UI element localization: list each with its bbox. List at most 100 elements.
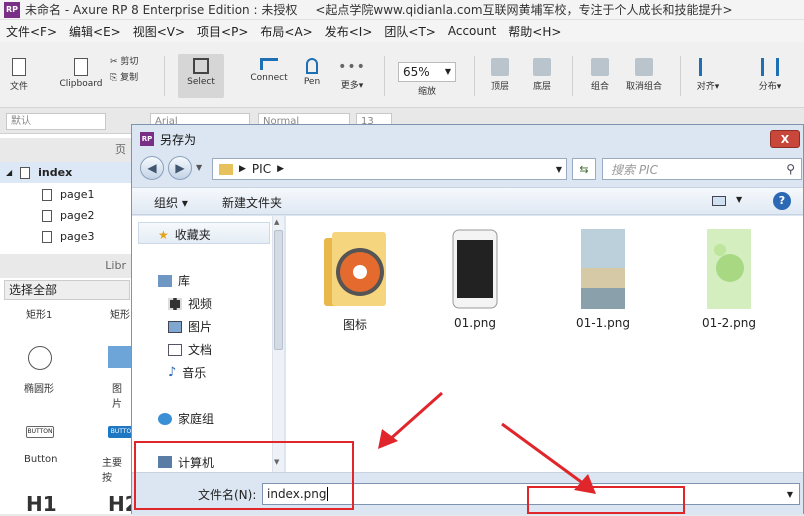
nav-music[interactable]: ♪ 音乐 — [168, 364, 206, 381]
title-bar: RP 未命名 - Axure RP 8 Enterprise Edition :… — [0, 0, 804, 20]
help-button[interactable]: ? — [773, 192, 791, 210]
connect-tool-button[interactable]: Connect — [248, 58, 290, 83]
command-bar: 组织 ▾ 新建文件夹 ▼ ? — [132, 187, 803, 215]
navigation-row: ◀ ▶ ▼ ▶ PIC ▶ ▼ ⇆ 搜索 PIC ⚲ — [132, 153, 803, 183]
page-item-page1[interactable]: page1 — [0, 184, 132, 205]
menu-view[interactable]: 视图<V> — [127, 23, 191, 40]
view-icon[interactable] — [712, 196, 726, 206]
nav-libraries[interactable]: 库 — [158, 272, 190, 289]
page-icon — [42, 209, 52, 222]
widget-rect1[interactable]: 矩形1 — [26, 306, 52, 321]
select-tool-button[interactable]: Select — [178, 54, 224, 98]
page-icon — [42, 230, 52, 243]
widget-ellipse[interactable]: 椭圆形 — [24, 380, 54, 395]
organize-button[interactable]: 组织 ▾ — [154, 194, 188, 211]
menu-team[interactable]: 团队<T> — [378, 23, 441, 40]
more-button[interactable]: ••• 更多▾ — [336, 60, 368, 91]
nav-documents[interactable]: 文档 — [168, 341, 212, 358]
forward-button[interactable]: ▶ — [168, 156, 192, 180]
view-chevron-icon[interactable]: ▼ — [736, 195, 742, 204]
new-folder-button[interactable]: 新建文件夹 — [222, 194, 282, 211]
folder-icon — [219, 163, 233, 175]
group-button[interactable]: 组合 — [584, 58, 616, 92]
file-item-01-1-png[interactable]: 01-1.png — [558, 228, 648, 330]
picture-icon — [168, 320, 182, 333]
scrollbar-thumb[interactable] — [274, 230, 283, 350]
page-item-page2[interactable]: page2 — [0, 205, 132, 226]
refresh-icon: ⇆ — [579, 162, 589, 176]
title-tagline: <起点学院www.qidianla.com互联网黄埔军校，专注于个人成长和技能提… — [315, 3, 733, 17]
nav-pictures[interactable]: 图片 — [168, 318, 212, 335]
refresh-button[interactable]: ⇆ — [572, 158, 596, 180]
align-button[interactable]: 对齐▾ — [690, 58, 726, 92]
address-path[interactable]: PIC — [252, 162, 271, 176]
style-select[interactable]: 默认 — [6, 113, 106, 130]
music-icon: ♪ — [168, 365, 177, 380]
pen-icon — [306, 58, 318, 74]
zoom-label: 缩放 — [417, 87, 436, 97]
select-icon — [193, 58, 209, 74]
scroll-up-icon[interactable]: ▲ — [274, 218, 279, 226]
cut-button[interactable]: ✂ 剪切 — [110, 54, 138, 67]
menu-layout[interactable]: 布局<A> — [254, 23, 318, 40]
chevron-down-icon[interactable]: ▼ — [787, 490, 793, 499]
cut-icon: ✂ — [110, 57, 121, 67]
page-icon — [20, 166, 31, 179]
pen-tool-button[interactable]: Pen — [298, 58, 326, 87]
menu-account[interactable]: Account — [442, 24, 502, 38]
copy-icon: ⎘ — [110, 73, 121, 83]
widget-button[interactable]: Button — [24, 454, 58, 465]
clipboard-button[interactable]: Clipboard — [56, 58, 106, 89]
navigation-pane: ★ 收藏夹 库 视频 图片 文档 ♪ 音乐 家庭组 计算机 ▲ ▼ — [132, 216, 284, 472]
send-to-back-button[interactable]: 底层 — [526, 58, 558, 92]
ungroup-button[interactable]: 取消组合 — [620, 58, 668, 92]
nav-scrollbar[interactable]: ▲ ▼ — [272, 216, 284, 472]
page-icon — [42, 188, 52, 201]
dialog-title-bar: RP 另存为 X — [132, 125, 803, 153]
send-back-icon — [533, 58, 551, 76]
menu-publish[interactable]: 发布<I> — [319, 23, 379, 40]
widget-image[interactable]: 图片 — [112, 380, 131, 410]
file-item-01-2-png[interactable]: 01-2.png — [684, 228, 774, 330]
menu-project[interactable]: 项目<P> — [191, 23, 254, 40]
image-widget-icon — [108, 346, 132, 368]
menu-help[interactable]: 帮助<H> — [502, 23, 567, 40]
pages-header: 页 — [0, 138, 132, 162]
button-widget-icon: BUTTON — [26, 426, 54, 438]
file-item-01-png[interactable]: 01.png — [430, 228, 520, 330]
close-button[interactable]: X — [770, 130, 800, 148]
menu-edit[interactable]: 编辑<E> — [63, 23, 127, 40]
zoom-select[interactable]: 65% ▼ — [398, 62, 456, 82]
widget-primary-button[interactable]: 主要按 — [102, 454, 131, 484]
widget-rect[interactable]: 矩形 — [110, 306, 130, 321]
left-panel: 页 ◢ index page1 page2 page3 Libr 选择全部 矩形… — [0, 134, 139, 516]
paste-icon — [74, 58, 88, 76]
annotation-arrow-left — [378, 391, 443, 449]
back-button[interactable]: ◀ — [140, 156, 164, 180]
nav-videos[interactable]: 视频 — [168, 295, 212, 312]
file-button[interactable]: 文件 — [6, 58, 32, 92]
ellipse-widget-icon — [28, 346, 52, 370]
video-icon — [168, 297, 182, 310]
nav-favorites[interactable]: ★ 收藏夹 — [158, 226, 211, 243]
search-input[interactable]: 搜索 PIC ⚲ — [602, 158, 802, 180]
recent-chevron-icon[interactable]: ▼ — [196, 163, 202, 172]
distribute-button[interactable]: 分布▾ — [752, 58, 788, 92]
bring-to-front-button[interactable]: 顶层 — [484, 58, 516, 92]
page-item-index[interactable]: ◢ index — [0, 162, 132, 183]
chevron-down-icon[interactable]: ▼ — [556, 165, 562, 174]
chevron-down-icon: ▼ — [444, 67, 451, 76]
address-bar[interactable]: ▶ PIC ▶ ▼ — [212, 158, 567, 180]
toolbar: 文件 Clipboard ✂ 剪切 ⎘ 复制 Select Connect Pe… — [0, 42, 804, 108]
bring-front-icon — [491, 58, 509, 76]
nav-homegroup[interactable]: 家庭组 — [158, 410, 214, 427]
search-icon: ⚲ — [786, 162, 795, 176]
ungroup-icon — [635, 58, 653, 76]
file-item-icons-folder[interactable]: 图标 — [310, 228, 400, 333]
widget-h1[interactable]: H1 — [26, 492, 57, 516]
library-select[interactable]: 选择全部 — [4, 280, 130, 300]
menu-file[interactable]: 文件<F> — [0, 23, 63, 40]
copy-button[interactable]: ⎘ 复制 — [110, 70, 138, 83]
page-item-page3[interactable]: page3 — [0, 226, 132, 247]
window-title: 未命名 - Axure RP 8 Enterprise Edition : 未授… — [25, 3, 298, 17]
